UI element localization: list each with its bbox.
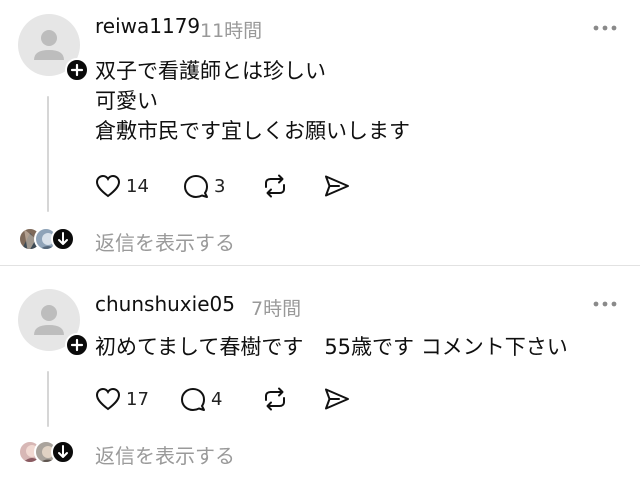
thread-line xyxy=(47,96,49,212)
more-horizontal-icon[interactable] xyxy=(592,299,618,309)
avatar[interactable] xyxy=(18,289,89,357)
like-count: 17 xyxy=(126,388,149,410)
arrow-down-icon xyxy=(58,232,68,245)
arrow-down-icon xyxy=(58,445,68,458)
post-2: chunshuxie05 7時間 初めてまして春樹です 55歳です コメント下さ… xyxy=(0,277,640,482)
post-text-line: 倉敷市民です宜しくお願いします xyxy=(95,119,410,143)
reply-button[interactable]: 4 xyxy=(179,384,222,414)
share-button[interactable] xyxy=(322,171,352,201)
repost-button[interactable] xyxy=(260,384,290,414)
repost-icon xyxy=(265,387,285,411)
reply-button[interactable]: 3 xyxy=(182,171,225,201)
reply-count: 3 xyxy=(214,175,226,197)
more-horizontal-icon[interactable] xyxy=(592,23,618,33)
thread-line xyxy=(47,371,49,427)
share-button[interactable] xyxy=(322,384,352,414)
timestamp: 7時間 xyxy=(251,298,302,320)
expand-replies-button[interactable] xyxy=(51,227,75,251)
repost-icon xyxy=(265,174,285,198)
reply-avatars[interactable] xyxy=(18,227,78,253)
plus-icon xyxy=(70,63,84,77)
post-text-line: 可愛い xyxy=(95,89,158,113)
like-count: 14 xyxy=(126,175,149,197)
follow-button[interactable] xyxy=(65,333,89,357)
comment-icon xyxy=(181,388,205,411)
username[interactable]: chunshuxie05 xyxy=(95,292,235,316)
like-button[interactable]: 14 xyxy=(94,171,149,201)
heart-icon xyxy=(95,387,121,411)
avatar[interactable] xyxy=(18,14,89,82)
show-replies-link[interactable]: 返信を表示する xyxy=(95,227,235,256)
post-1: reiwa1179 11時間 双子で看護師とは珍しい 可愛い 倉敷市民です宜しく… xyxy=(0,0,640,265)
send-icon xyxy=(325,175,349,197)
show-replies-link[interactable]: 返信を表示する xyxy=(95,440,235,469)
timestamp: 11時間 xyxy=(200,20,263,42)
plus-icon xyxy=(70,338,84,352)
follow-button[interactable] xyxy=(65,58,89,82)
send-icon xyxy=(325,388,349,410)
heart-icon xyxy=(95,174,121,198)
reply-count: 4 xyxy=(211,388,223,410)
reply-avatars[interactable] xyxy=(18,440,78,466)
repost-button[interactable] xyxy=(260,171,290,201)
divider xyxy=(0,265,640,266)
post-text-line: 初めてまして春樹です 55歳です コメント下さい xyxy=(95,335,568,359)
comment-icon xyxy=(184,175,208,198)
expand-replies-button[interactable] xyxy=(51,440,75,464)
post-text-line: 双子で看護師とは珍しい xyxy=(95,59,326,83)
username[interactable]: reiwa1179 xyxy=(95,14,200,38)
like-button[interactable]: 17 xyxy=(94,384,149,414)
